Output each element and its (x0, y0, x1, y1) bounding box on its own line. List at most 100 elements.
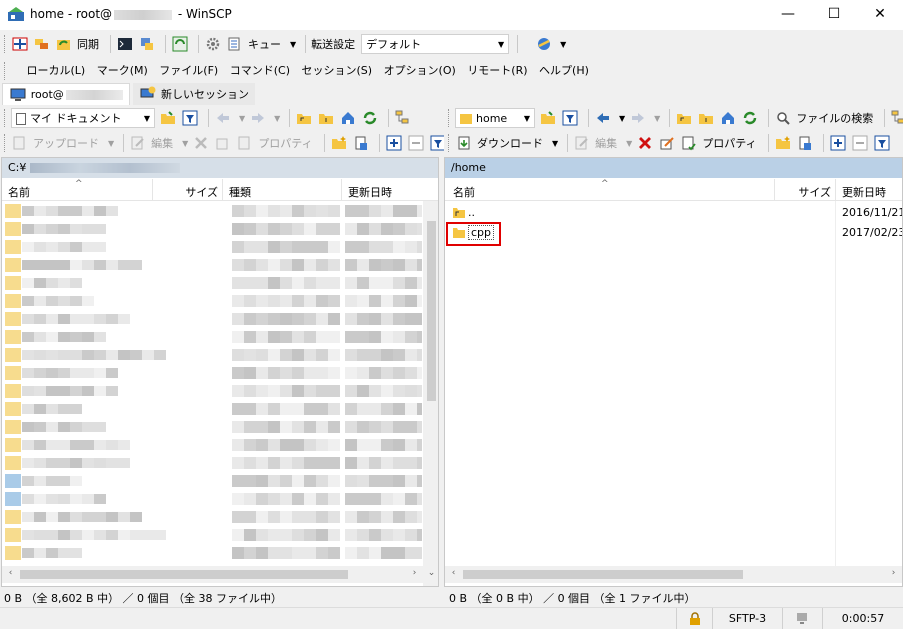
find-files-icon[interactable] (774, 109, 792, 127)
chevron-down-icon[interactable]: ▼ (274, 114, 280, 123)
new-file-icon[interactable] (352, 134, 370, 152)
chevron-down-icon[interactable]: ▼ (108, 139, 114, 148)
new-folder-icon[interactable] (774, 134, 792, 152)
filter-icon[interactable] (561, 109, 579, 127)
network-icon[interactable] (782, 608, 822, 629)
scroll-right-arrow[interactable]: › (406, 568, 423, 578)
forward-arrow-icon[interactable] (629, 109, 647, 127)
home-icon[interactable] (339, 109, 357, 127)
edit-icon[interactable] (129, 134, 147, 152)
chevron-down-icon[interactable]: ▼ (654, 114, 660, 123)
remote-location-select[interactable]: home ▼ (455, 108, 535, 128)
properties-icon[interactable] (680, 134, 698, 152)
menu-options[interactable]: オプション(O) (380, 58, 460, 78)
close-button[interactable]: ✕ (857, 0, 903, 30)
queue-icon[interactable] (226, 35, 244, 53)
new-folder-icon[interactable] (330, 134, 348, 152)
tab-new-session[interactable]: 新しいセッション (133, 83, 255, 105)
chevron-down-icon[interactable]: ▼ (619, 114, 625, 123)
menu-session[interactable]: セッション(S) (297, 58, 376, 78)
refresh-icon[interactable] (361, 109, 379, 127)
scroll-thumb[interactable] (463, 570, 743, 579)
sync-browse-icon[interactable] (33, 35, 51, 53)
local-location-select[interactable]: マイ ドキュメント ▼ (11, 108, 155, 128)
upload-icon[interactable] (11, 134, 29, 152)
edit-button-label[interactable]: 編集 (595, 135, 617, 151)
queue-button-label[interactable]: キュー (248, 36, 281, 52)
scroll-thumb[interactable] (20, 570, 348, 579)
table-row[interactable]: .. 2016/11/21 (445, 204, 902, 222)
refresh-panel-icon[interactable] (171, 35, 189, 53)
tab-session-root[interactable]: root@ (2, 83, 130, 105)
upload-button-label[interactable]: アップロード (33, 135, 99, 151)
back-arrow-icon[interactable] (214, 109, 232, 127)
select-plus-icon[interactable] (829, 134, 847, 152)
open-folder-icon[interactable] (159, 109, 177, 127)
properties-button-label[interactable]: プロパティ (258, 135, 312, 151)
edit-button-label[interactable]: 編集 (151, 135, 173, 151)
scroll-right-arrow[interactable]: › (885, 568, 902, 578)
menu-help[interactable]: ヘルプ(H) (535, 58, 593, 78)
chevron-down-icon[interactable]: ▼ (552, 139, 558, 148)
column-type[interactable]: 種類 (223, 179, 342, 201)
properties-button-label[interactable]: プロパティ (702, 135, 756, 151)
open-folder-icon[interactable] (539, 109, 557, 127)
menu-commands[interactable]: コマンド(C) (226, 58, 294, 78)
delete-icon[interactable] (192, 134, 210, 152)
column-name[interactable]: 名前 (445, 179, 775, 201)
menu-local[interactable]: ローカル(L) (23, 58, 90, 78)
toolbar-grip[interactable] (448, 109, 451, 127)
properties-icon[interactable] (236, 134, 254, 152)
root-folder-icon[interactable] (317, 109, 335, 127)
chevron-down-icon[interactable]: ▼ (239, 114, 245, 123)
table-row[interactable]: cpp 2017/02/23 (445, 224, 902, 242)
home-icon[interactable] (719, 109, 737, 127)
parent-folder-icon[interactable] (295, 109, 313, 127)
site-globe-icon[interactable] (535, 35, 553, 53)
find-files-button-label[interactable]: ファイルの検索 (796, 110, 873, 126)
scroll-thumb[interactable] (427, 221, 436, 401)
chevron-down-icon[interactable]: ▼ (290, 40, 296, 49)
synchronize-button-label[interactable]: 同期 (77, 36, 99, 52)
select-minus-icon[interactable] (851, 134, 869, 152)
toolbar-grip[interactable] (4, 35, 7, 53)
select-plus-icon[interactable] (385, 134, 403, 152)
synchronize-icon[interactable] (55, 35, 73, 53)
console-icon[interactable] (116, 35, 134, 53)
toolbar-grip[interactable] (4, 109, 7, 127)
refresh-icon[interactable] (741, 109, 759, 127)
local-vertical-scrollbar[interactable]: ⌄ (423, 201, 438, 586)
select-minus-icon[interactable] (407, 134, 425, 152)
transfer-settings-select[interactable]: デフォルト ▼ (361, 34, 510, 54)
column-size[interactable]: サイズ (775, 179, 836, 201)
toolbar-grip[interactable] (4, 134, 7, 152)
new-file-icon[interactable] (796, 134, 814, 152)
local-path-bar[interactable]: C:¥ (2, 158, 438, 178)
scroll-left-arrow[interactable]: ‹ (2, 568, 19, 578)
local-horizontal-scrollbar[interactable]: ‹ › (2, 566, 423, 583)
remote-path-bar[interactable]: /home (445, 158, 902, 178)
minimize-button[interactable]: — (765, 0, 811, 30)
back-arrow-icon[interactable] (594, 109, 612, 127)
putty-icon[interactable] (138, 35, 156, 53)
forward-arrow-icon[interactable] (249, 109, 267, 127)
remote-horizontal-scrollbar[interactable]: ‹ › (445, 566, 902, 583)
root-folder-icon[interactable] (697, 109, 715, 127)
column-modified[interactable]: 更新日時 (342, 179, 422, 201)
menu-file[interactable]: ファイル(F) (155, 58, 222, 78)
rename-icon[interactable] (214, 134, 232, 152)
menu-grip[interactable] (4, 62, 13, 80)
edit-icon[interactable] (573, 134, 591, 152)
compare-icon[interactable] (11, 35, 29, 53)
maximize-button[interactable]: ☐ (811, 0, 857, 30)
download-icon[interactable] (455, 134, 473, 152)
delete-icon[interactable] (636, 134, 654, 152)
menu-mark[interactable]: マーク(M) (93, 58, 152, 78)
gear-icon[interactable] (204, 35, 222, 53)
scroll-left-arrow[interactable]: ‹ (445, 568, 462, 578)
scroll-down-arrow[interactable]: ⌄ (423, 568, 438, 578)
chevron-down-icon[interactable]: ▼ (560, 40, 566, 49)
parent-folder-icon[interactable] (675, 109, 693, 127)
column-modified[interactable]: 更新日時 (836, 179, 902, 201)
chevron-down-icon[interactable]: ▼ (626, 139, 632, 148)
